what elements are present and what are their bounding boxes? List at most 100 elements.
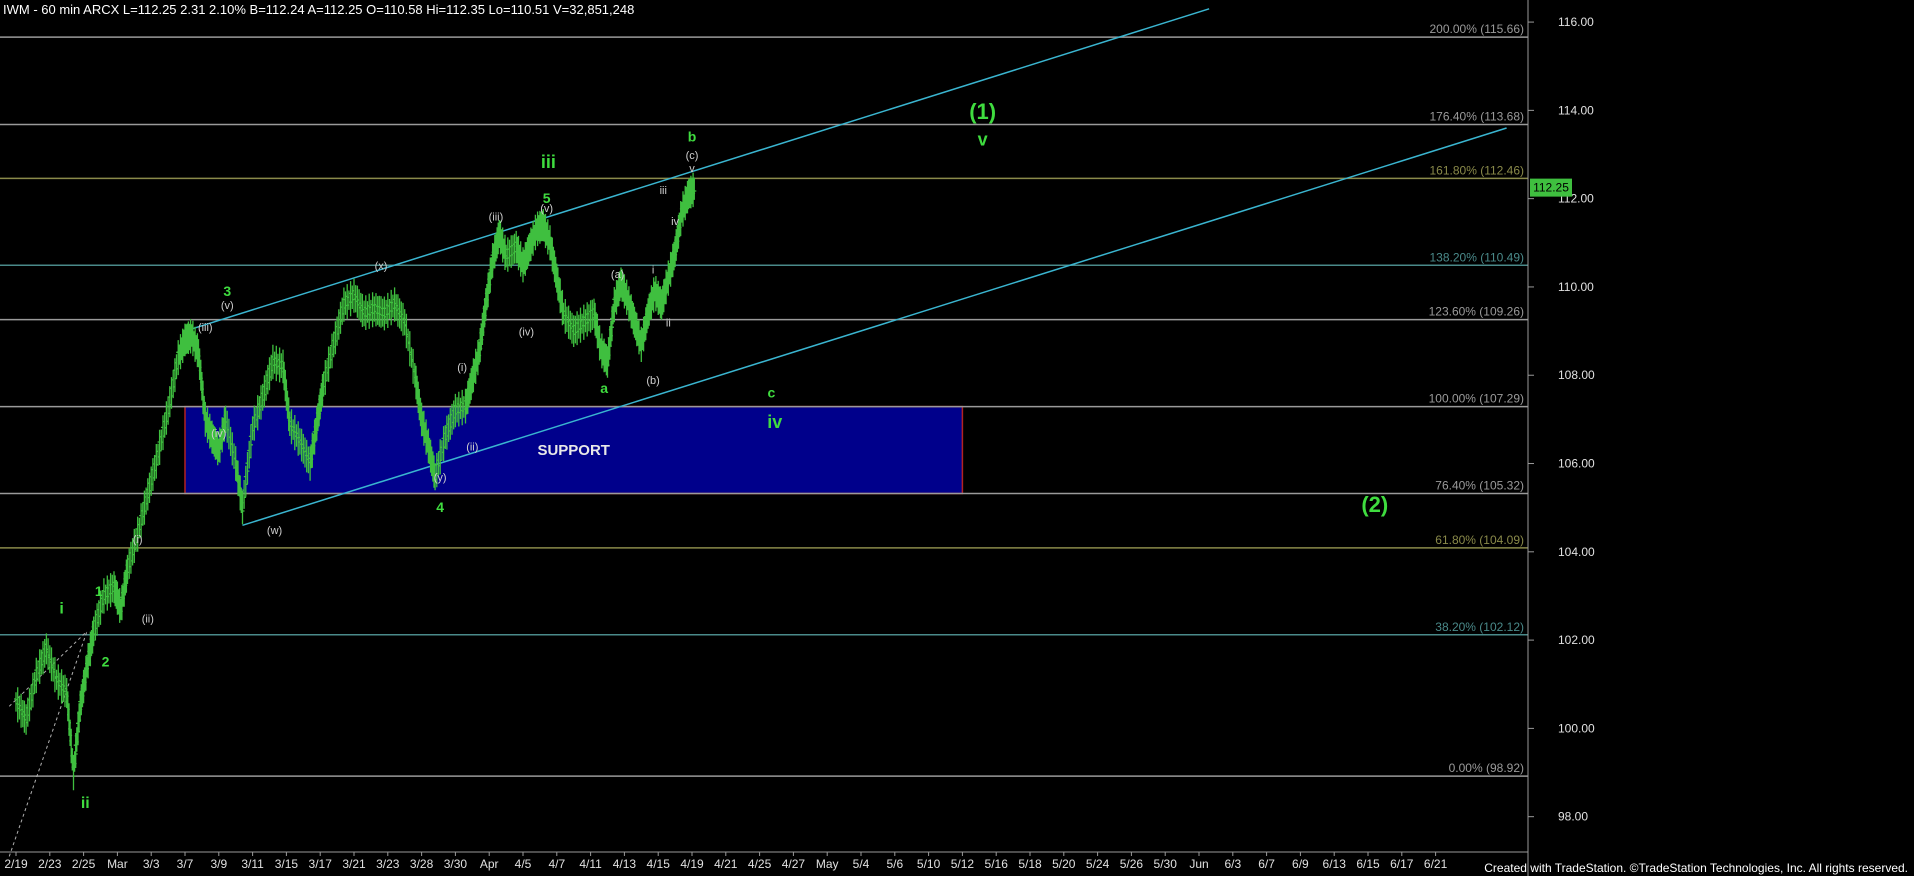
x-tick-label: 5/26 [1120, 857, 1144, 871]
wave-label-minor: i [652, 265, 654, 277]
wave-label-major: ii [81, 795, 90, 812]
fib-level-label: 138.20% (110.49) [1429, 250, 1524, 264]
y-tick-label: 106.00 [1558, 457, 1595, 471]
chart-header: IWM - 60 min ARCX L=112.25 2.31 2.10% B=… [3, 2, 635, 17]
x-tick-label: 5/18 [1018, 857, 1042, 871]
wave-label-major: iii [541, 152, 556, 172]
wave-label-major: i [59, 601, 63, 618]
x-tick-label: 6/13 [1323, 857, 1347, 871]
x-tick-label: 6/17 [1390, 857, 1414, 871]
x-tick-label: 4/19 [680, 857, 704, 871]
y-tick-label: 110.00 [1558, 280, 1594, 294]
wave-label-minor: (a) [611, 269, 624, 281]
wave-label-minor: (iv) [519, 327, 534, 339]
wave-label-minor: (iii) [198, 322, 213, 334]
wave-label-major: v [978, 130, 988, 150]
wave-label-minor: (i) [133, 534, 143, 546]
fib-level-label: 100.00% (107.29) [1429, 392, 1524, 406]
wave-label-major: (2) [1361, 492, 1388, 517]
wave-label-major: a [600, 380, 608, 396]
wave-label-major: (1) [969, 99, 996, 124]
fib-level-label: 76.40% (105.32) [1435, 479, 1524, 493]
price-chart: SUPPORT 200.00% (115.66) 176.40% (113.68)… [0, 0, 1914, 876]
x-tick-label: 3/3 [143, 857, 160, 871]
x-tick-label: 3/30 [444, 857, 468, 871]
x-tick-label: 6/7 [1258, 857, 1275, 871]
x-tick-label: 4/11 [579, 857, 602, 871]
wave-label-minor: (v) [221, 300, 234, 312]
wave-label-major: 1 [95, 583, 103, 599]
x-tick-label: 4/13 [613, 857, 637, 871]
x-tick-label: 5/10 [917, 857, 941, 871]
fib-level-label: 161.80% (112.46) [1429, 163, 1524, 177]
x-tick-label: 5/20 [1052, 857, 1076, 871]
x-tick-label: 4/7 [548, 857, 565, 871]
x-tick-label: 3/15 [275, 857, 299, 871]
wave-label-major: 4 [436, 499, 444, 515]
x-tick-label: 3/9 [210, 857, 227, 871]
x-tick-label: 5/16 [985, 857, 1009, 871]
x-tick-label: 3/28 [410, 857, 434, 871]
y-tick-label: 104.00 [1558, 545, 1595, 559]
wave-label-minor: (ii) [142, 613, 154, 625]
x-tick-label: Jun [1189, 857, 1208, 871]
fib-level-label: 61.80% (104.09) [1435, 533, 1524, 547]
wave-label-major: iv [767, 412, 782, 432]
x-tick-label: 4/15 [647, 857, 671, 871]
x-tick-label: 5/24 [1086, 857, 1110, 871]
y-tick-label: 98.00 [1558, 810, 1588, 824]
fib-level-label: 0.00% (98.92) [1449, 761, 1524, 775]
x-tick-label: 3/17 [309, 857, 333, 871]
wave-label-minor: ii [666, 318, 671, 330]
y-tick-label: 100.00 [1558, 721, 1595, 735]
fib-level-label: 123.60% (109.26) [1429, 305, 1524, 319]
x-tick-label: 5/30 [1154, 857, 1178, 871]
wave-label-minor: (iii) [489, 212, 504, 224]
y-tick-label: 116.00 [1558, 15, 1594, 29]
x-tick-label: Mar [107, 857, 128, 871]
x-tick-label: 3/11 [241, 857, 264, 871]
x-tick-label: 3/21 [342, 857, 366, 871]
wave-label-minor: (v) [540, 203, 553, 215]
y-tick-label: 108.00 [1558, 368, 1595, 382]
x-tick-label: Apr [480, 857, 499, 871]
support-zone-label: SUPPORT [537, 442, 610, 459]
wave-label-minor: (ii) [466, 441, 478, 453]
wave-label-minor: (i) [457, 362, 467, 374]
wave-label-minor: iv [671, 216, 679, 228]
wave-label-major: 2 [102, 654, 110, 670]
x-tick-label: 6/9 [1292, 857, 1309, 871]
x-tick-label: 3/23 [376, 857, 400, 871]
fib-level-label: 38.20% (102.12) [1435, 620, 1524, 634]
x-tick-label: 4/5 [515, 857, 532, 871]
copyright-footer: Created with TradeStation. ©TradeStation… [1484, 861, 1908, 875]
x-tick-label: 2/25 [72, 857, 96, 871]
x-tick-label: 5/4 [853, 857, 870, 871]
x-tick-label: 3/7 [177, 857, 194, 871]
last-price-label: 112.25 [1533, 181, 1569, 195]
x-tick-label: 5/6 [886, 857, 903, 871]
wave-label-minor: (c) [686, 150, 699, 162]
fib-level-label: 176.40% (113.68) [1429, 109, 1524, 123]
wave-label-minor: (iv) [211, 428, 226, 440]
x-tick-label: May [816, 857, 839, 871]
wave-label-minor: (y) [434, 472, 447, 484]
x-tick-label: 6/21 [1424, 857, 1448, 871]
wave-label-major: 3 [223, 283, 231, 299]
wave-label-minor: (w) [267, 525, 282, 537]
wave-label-minor: v [689, 163, 695, 175]
wave-label-minor: iii [660, 185, 667, 197]
fib-level-label: 200.00% (115.66) [1429, 22, 1524, 36]
x-tick-label: 4/21 [714, 857, 738, 871]
x-tick-label: 2/19 [4, 857, 28, 871]
x-tick-label: 2/23 [38, 857, 62, 871]
wave-label-major: b [688, 128, 697, 144]
y-tick-label: 102.00 [1558, 633, 1595, 647]
x-tick-label: 5/12 [951, 857, 975, 871]
x-tick-label: 6/3 [1224, 857, 1241, 871]
wave-label-minor: (x) [375, 260, 388, 272]
wave-label-minor: (b) [646, 375, 659, 387]
x-tick-label: 4/27 [782, 857, 806, 871]
wave-label-major: c [768, 384, 776, 400]
x-tick-label: 4/25 [748, 857, 772, 871]
